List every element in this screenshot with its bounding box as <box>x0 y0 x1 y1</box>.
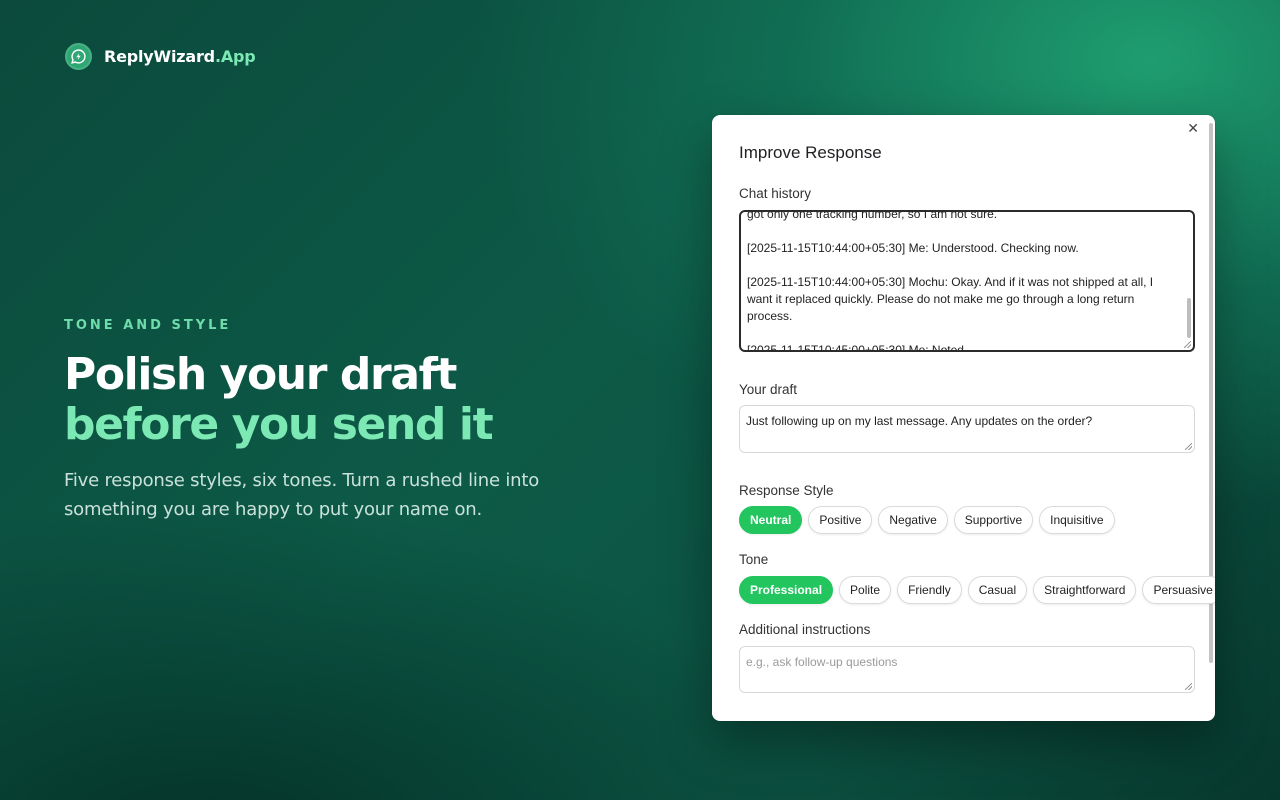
resize-grip[interactable] <box>1185 683 1192 690</box>
style-neutral-chip[interactable]: Neutral <box>739 506 803 534</box>
brand-name-suffix: .App <box>214 47 256 66</box>
headline-line-2: before you send it <box>64 399 494 450</box>
close-icon[interactable]: ✕ <box>1187 121 1199 135</box>
chat-history-line: got only one tracking number, so I am no… <box>747 210 998 221</box>
chat-history-label: Chat history <box>739 186 812 201</box>
tone-casual-chip[interactable]: Casual <box>967 576 1028 604</box>
chat-history-content: got only one tracking number, so I am no… <box>747 210 1179 352</box>
chat-history-line: [2025-11-15T10:44:00+05:30] Mochu: Okay.… <box>747 275 1154 323</box>
chat-history-line: [2025-11-15T10:45:00+05:30] Me: Noted. <box>747 343 968 352</box>
response-style-options: Neutral Positive Negative Supportive Inquisi… <box>739 506 1115 534</box>
response-style-label: Response Style <box>739 483 834 498</box>
chat-history-scrollbar[interactable] <box>1187 298 1191 338</box>
improve-response-dialog: ✕ Improve Response Chat history got only… <box>712 115 1215 721</box>
style-supportive-chip[interactable]: Supportive <box>953 506 1034 534</box>
subtext: Five response styles, six tones. Turn a … <box>64 470 540 520</box>
chat-history-textarea[interactable]: got only one tracking number, so I am no… <box>739 210 1195 352</box>
draft-text: Just following up on my last message. An… <box>746 414 1093 428</box>
style-inquisitive-chip[interactable]: Inquisitive <box>1039 506 1115 534</box>
tone-persuasive-chip[interactable]: Persuasive <box>1142 576 1215 604</box>
style-negative-chip[interactable]: Negative <box>878 506 948 534</box>
tone-label: Tone <box>739 552 769 567</box>
brand-name: ReplyWizard.App <box>104 47 256 66</box>
instructions-placeholder: e.g., ask follow-up questions <box>746 655 898 669</box>
draft-textarea[interactable]: Just following up on my last message. An… <box>739 405 1195 453</box>
chat-lightning-icon <box>65 43 92 70</box>
brand-name-text: ReplyWizard <box>104 47 215 66</box>
instructions-textarea[interactable]: e.g., ask follow-up questions <box>739 646 1195 693</box>
tone-professional-chip[interactable]: Professional <box>739 576 834 604</box>
instructions-label: Additional instructions <box>739 622 871 637</box>
draft-label: Your draft <box>739 382 798 397</box>
dialog-title: Improve Response <box>739 143 882 162</box>
tone-straightforward-chip[interactable]: Straightforward <box>1033 576 1137 604</box>
tone-options: Professional Polite Friendly Casual Straight… <box>739 576 1215 604</box>
tone-friendly-chip[interactable]: Friendly <box>897 576 962 604</box>
eyebrow: TONE AND STYLE <box>64 318 232 333</box>
headline-line-1: Polish your draft <box>64 349 457 400</box>
headline: Polish your draft before you send it <box>64 349 494 450</box>
style-positive-chip[interactable]: Positive <box>808 506 873 534</box>
brand[interactable]: ReplyWizard.App <box>65 43 256 70</box>
chat-history-line: [2025-11-15T10:44:00+05:30] Me: Understo… <box>747 241 1079 255</box>
tone-polite-chip[interactable]: Polite <box>839 576 892 604</box>
resize-grip[interactable] <box>1185 443 1192 450</box>
resize-grip[interactable] <box>1184 341 1191 348</box>
